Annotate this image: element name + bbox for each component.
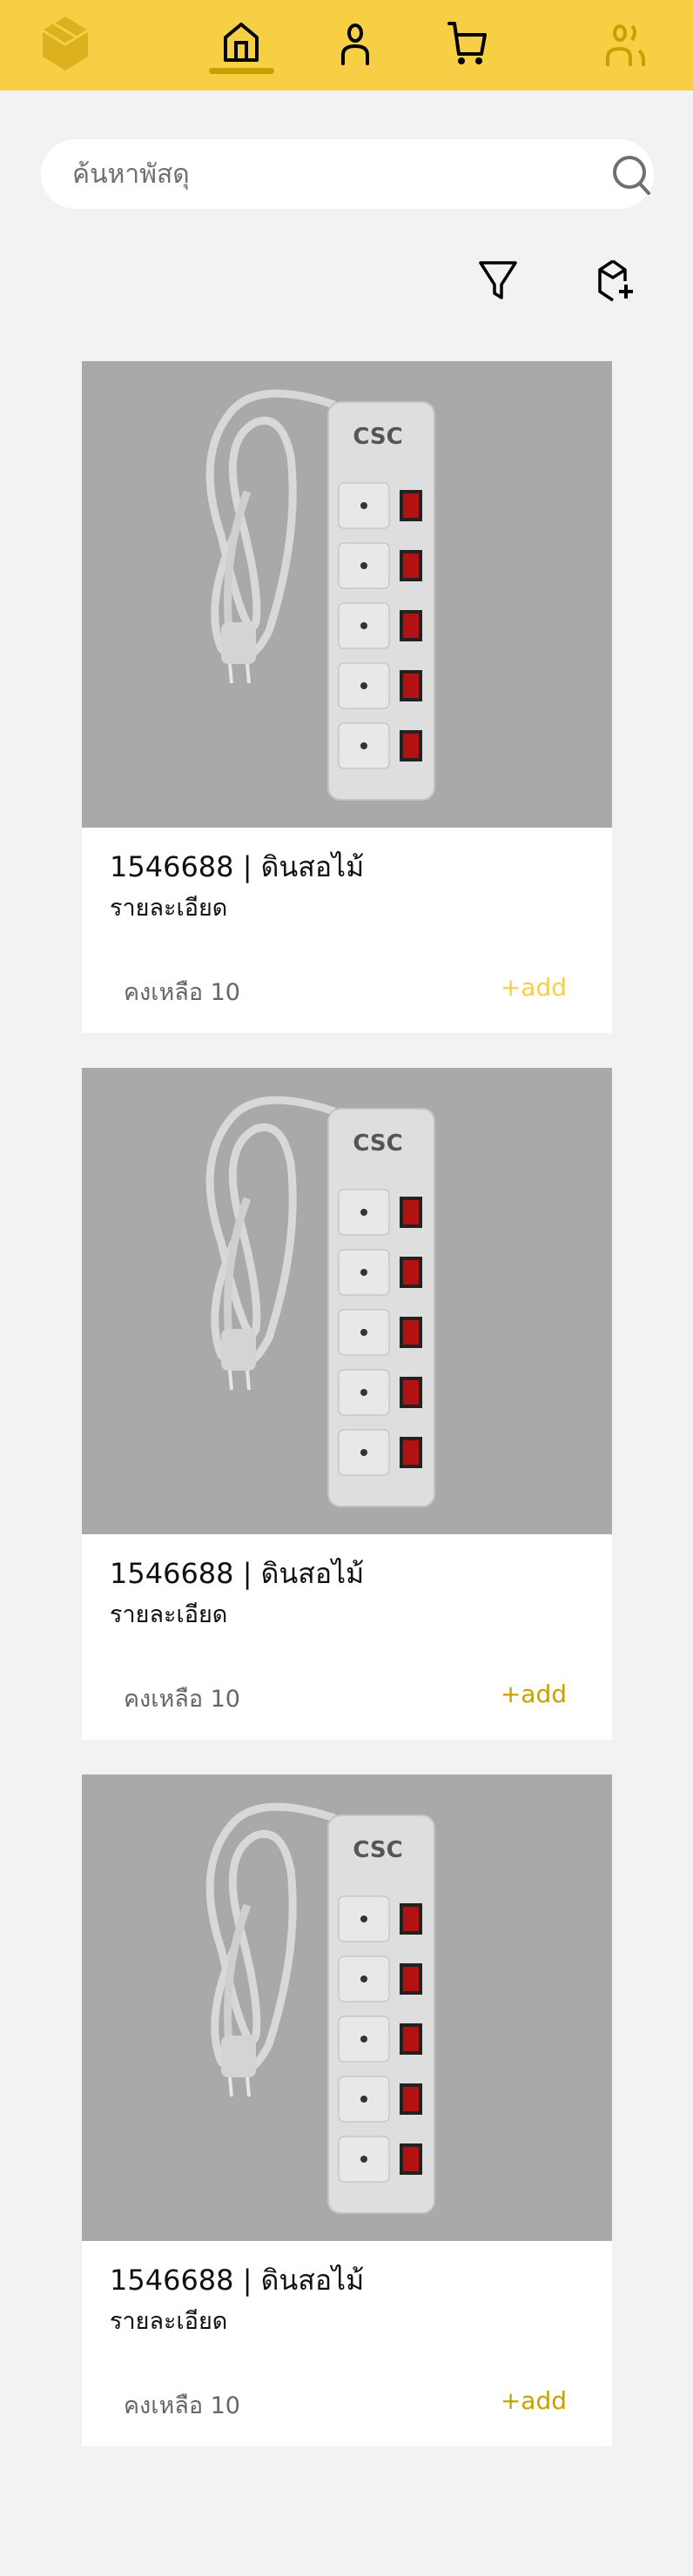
product-title: 1546688 | ดินสอไม้ <box>110 2264 365 2297</box>
stock-remaining: คงเหลือ 10 <box>124 2392 240 2419</box>
svg-text:CSC: CSC <box>353 1130 402 1157</box>
user-icon[interactable] <box>327 16 383 71</box>
search-bar <box>41 139 654 209</box>
add-to-cart-button[interactable]: +add <box>501 973 567 1002</box>
home-icon[interactable] <box>213 16 269 71</box>
product-description: รายละเอียด <box>110 1601 228 1628</box>
product-title: 1546688 | ดินสอไม้ <box>110 850 365 883</box>
svg-text:CSC: CSC <box>353 424 402 450</box>
search-icon[interactable] <box>610 153 654 197</box>
svg-text:CSC: CSC <box>353 1837 402 1863</box>
product-description: รายละเอียด <box>110 2308 228 2335</box>
top-nav-bar <box>0 0 693 91</box>
stock-remaining: คงเหลือ 10 <box>124 1686 240 1713</box>
box-logo-icon[interactable] <box>37 16 93 71</box>
active-tab-indicator <box>209 68 274 74</box>
product-card[interactable]: CSC 1546688 | ดินสอไม้ รายละเอียด คงเหลื… <box>82 1774 612 2446</box>
product-image: CSC <box>82 1774 612 2241</box>
add-box-icon[interactable] <box>592 256 641 305</box>
cart-icon[interactable] <box>441 16 496 71</box>
product-title: 1546688 | ดินสอไม้ <box>110 1557 365 1590</box>
product-image: CSC <box>82 1068 612 1534</box>
users-icon[interactable] <box>598 16 654 71</box>
filter-icon[interactable] <box>474 256 522 305</box>
add-to-cart-button[interactable]: +add <box>501 2386 567 2415</box>
add-to-cart-button[interactable]: +add <box>501 1680 567 1708</box>
product-card[interactable]: CSC 1546688 | ดินสอไม้ รายละเอียด คงเหลื… <box>82 1068 612 1740</box>
stock-remaining: คงเหลือ 10 <box>124 979 240 1006</box>
product-description: รายละเอียด <box>110 895 228 922</box>
search-input[interactable] <box>72 139 595 209</box>
product-card[interactable]: CSC 1546688 | ดินสอไม้ รายละเอียด คงเหลื… <box>82 361 612 1033</box>
product-image: CSC <box>82 361 612 828</box>
